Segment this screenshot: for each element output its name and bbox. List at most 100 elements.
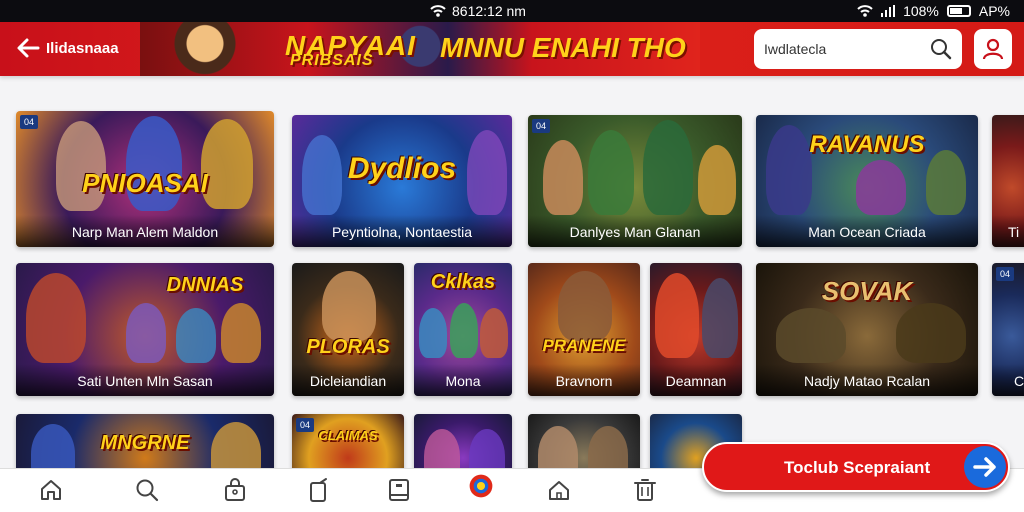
logo-icon (469, 474, 493, 498)
battery-icon (946, 5, 971, 17)
game-card[interactable] (414, 414, 512, 468)
game-logo-text: PNIOASAI (82, 168, 208, 199)
game-card[interactable]: PLORAS Dicleiandian (292, 263, 404, 396)
game-card[interactable]: RAVANUS Man Ocean Criada (756, 115, 978, 247)
nav-logo[interactable] (468, 473, 502, 507)
character-figure (221, 303, 261, 363)
arrow-left-icon (17, 38, 40, 58)
character-figure (702, 278, 738, 358)
card-badge: 04 (532, 119, 550, 133)
cta-label: Toclub Scepraiant (784, 458, 931, 477)
game-card[interactable]: Cklkas Mona (414, 263, 512, 396)
game-title: Deamnan (650, 364, 742, 396)
wifi-icon (857, 5, 873, 17)
page-title: Ilidasnaaa (46, 40, 119, 57)
game-card[interactable]: 04 Danlyes Man Glanan (528, 115, 742, 247)
wifi-icon (430, 5, 446, 17)
banner-hero-image (170, 22, 240, 76)
character-figure (176, 308, 216, 363)
character-figure (896, 303, 966, 363)
game-title: Mona (414, 364, 512, 396)
status-time: 8612:12 nm (452, 3, 526, 19)
character-figure (558, 271, 612, 341)
game-logo-text: Cklkas (430, 270, 496, 293)
game-card[interactable]: SOVAK Nadjy Matao Rcalan (756, 263, 978, 396)
app-header: NAPYAAI PRIBSAIS MNNU ENAHI THO Ilidasna… (0, 22, 1024, 76)
battery-percent: 108% (903, 3, 939, 19)
character-figure (450, 303, 478, 358)
game-title: Ti (992, 215, 1024, 247)
game-title: Peyntiolna, Nontaestia (292, 215, 512, 247)
character-figure (776, 308, 846, 363)
game-logo-text: PLORAS (306, 336, 390, 359)
game-grid: PNIOASAI 04 Narp Man Alem Maldon Dydlios… (0, 76, 1024, 468)
character-figure (655, 273, 699, 358)
character-figure (26, 273, 86, 363)
game-title: Danlyes Man Glanan (528, 215, 742, 247)
character-figure (588, 130, 634, 215)
banner-subtitle: PRIBSAIS (290, 52, 374, 69)
nav-trash[interactable] (632, 477, 660, 505)
header-banner[interactable]: NAPYAAI PRIBSAIS MNNU ENAHI THO (140, 22, 700, 76)
game-title: Narp Man Alem Maldon (16, 215, 274, 247)
book-icon (389, 479, 409, 501)
character-figure (480, 308, 508, 358)
game-card[interactable]: Dydlios Peyntiolna, Nontaestia (292, 115, 512, 247)
character-figure (322, 271, 376, 341)
game-card[interactable] (528, 414, 640, 468)
game-card[interactable]: DNNIAS Sati Unten Mln Sasan (16, 263, 274, 396)
nav-phone[interactable] (306, 477, 334, 505)
card-badge: 04 (296, 418, 314, 432)
status-bar: 8612:12 nm 108% AP% (0, 0, 1024, 22)
nav-book[interactable] (386, 477, 414, 505)
game-card[interactable]: 04 C (992, 263, 1024, 396)
profile-button[interactable] (974, 29, 1012, 69)
nav-search[interactable] (134, 477, 162, 505)
game-title: C (992, 364, 1024, 396)
character-figure (543, 140, 583, 215)
carrier-label: AP% (978, 3, 1010, 19)
bag-icon (225, 478, 245, 501)
card-badge: 04 (20, 115, 38, 129)
character-figure (926, 150, 966, 215)
game-title: Nadjy Matao Rcalan (756, 364, 978, 396)
search-input[interactable] (764, 37, 924, 61)
game-title: Man Ocean Criada (756, 215, 978, 247)
game-card[interactable]: MNGRNE (16, 414, 274, 468)
game-logo-text: RAVANUS (809, 130, 925, 158)
game-logo-text: MNGRNE (100, 431, 190, 454)
game-logo-text: Dydlios (347, 151, 457, 185)
game-card[interactable]: Ti (992, 115, 1024, 247)
signal-icon (881, 5, 896, 17)
user-icon (982, 38, 1004, 60)
character-figure (419, 308, 447, 358)
character-figure (643, 120, 693, 215)
trash-icon (634, 479, 656, 501)
game-card[interactable]: PNIOASAI 04 Narp Man Alem Maldon (16, 111, 274, 247)
game-card[interactable]: CLAIMAS 04 (292, 414, 404, 468)
game-title: Bravnorn (528, 364, 640, 396)
character-figure (856, 160, 906, 215)
game-logo-text: SOVAK (821, 276, 913, 307)
phone-icon (310, 478, 327, 502)
game-title: Dicleiandian (292, 364, 404, 396)
arrow-right-icon (973, 457, 996, 477)
character-figure (698, 145, 736, 215)
back-button[interactable] (14, 34, 42, 62)
game-logo-text: DNNIAS (166, 273, 244, 296)
nav-home[interactable] (38, 477, 66, 505)
nav-house[interactable] (546, 477, 574, 505)
home-icon (41, 480, 61, 500)
cta-button[interactable]: Toclub Scepraiant (702, 442, 1010, 492)
character-figure (126, 303, 166, 363)
game-card[interactable]: Deamnan (650, 263, 742, 396)
search-bar[interactable] (754, 29, 962, 69)
house-outline-icon (549, 481, 569, 500)
game-card[interactable]: PRANENE Bravnorn (528, 263, 640, 396)
search-icon[interactable] (930, 38, 952, 60)
game-title: Sati Unten Mln Sasan (16, 364, 274, 396)
arrow-right-icon[interactable] (964, 446, 1006, 488)
nav-bag[interactable] (222, 477, 250, 505)
search-icon (136, 479, 159, 502)
card-badge: 04 (996, 267, 1014, 281)
